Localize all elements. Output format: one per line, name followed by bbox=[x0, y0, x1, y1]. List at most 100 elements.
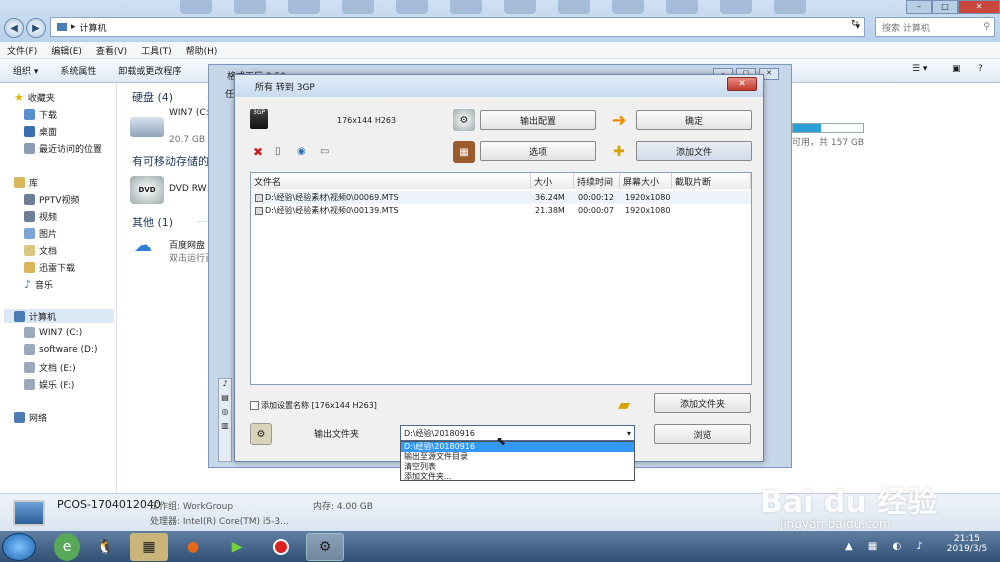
tray-icons[interactable]: ▲ ▦ ◐ ♪ bbox=[845, 541, 929, 552]
sidebar-computer[interactable]: 计算机 bbox=[4, 309, 114, 323]
sidebar-libraries[interactable]: 库 bbox=[14, 176, 38, 189]
sidebar-favorites[interactable]: ★ 收藏夹 bbox=[14, 91, 55, 104]
qq-icon[interactable]: 🐧 bbox=[86, 533, 124, 561]
output-folder-select[interactable]: D:\经验\20180916 ▾ bbox=[400, 425, 635, 441]
column-header-screen[interactable]: 屏幕大小 bbox=[620, 173, 672, 189]
star-icon: ★ bbox=[14, 91, 24, 104]
close-button[interactable]: ✕ bbox=[958, 0, 1000, 14]
image-category-icon[interactable]: ▤ bbox=[219, 393, 231, 407]
column-header-name[interactable]: 文件名 bbox=[251, 173, 531, 189]
play-icon[interactable]: ◉ bbox=[297, 146, 306, 157]
row-size: 36.24M bbox=[535, 193, 565, 202]
download-folder-icon bbox=[24, 262, 35, 273]
record-icon[interactable] bbox=[262, 533, 300, 561]
add-file-button[interactable]: 添加文件 bbox=[636, 141, 752, 161]
disc-category-icon[interactable]: ◎ bbox=[219, 407, 231, 421]
browse-button[interactable]: 浏览 bbox=[654, 424, 751, 444]
menu-view[interactable]: 查看(V) bbox=[96, 44, 127, 57]
menu-help[interactable]: 帮助(H) bbox=[186, 44, 218, 57]
360-icon[interactable]: e bbox=[54, 532, 80, 561]
file-list[interactable]: 文件名 大小 持续时间 屏幕大小 截取片断 D:\经验\经验素材\视频0\000… bbox=[250, 172, 752, 385]
dialog-close-button[interactable]: ✕ bbox=[727, 77, 757, 91]
sidebar-drive-f[interactable]: 娱乐 (F:) bbox=[24, 378, 74, 391]
clock[interactable]: 21:15 2019/3/5 bbox=[942, 534, 992, 554]
chevron-down-icon[interactable]: ▾ bbox=[627, 429, 631, 438]
back-button[interactable]: ◀ bbox=[4, 18, 24, 38]
minimize-button[interactable]: – bbox=[906, 0, 932, 14]
add-folder-button[interactable]: 添加文件夹 bbox=[654, 393, 751, 413]
audio-category-icon[interactable]: ♪ bbox=[219, 379, 231, 393]
sidebar-item-documents[interactable]: 文档 bbox=[24, 244, 57, 257]
column-header-duration[interactable]: 持续时间 bbox=[574, 173, 620, 189]
sidebar-drive-d[interactable]: software (D:) bbox=[24, 344, 98, 355]
sidebar-drive-e[interactable]: 文档 (E:) bbox=[24, 361, 76, 374]
ff-partial-label: 任 bbox=[225, 90, 235, 100]
sidebar-drive-c[interactable]: WIN7 (C:) bbox=[24, 327, 82, 338]
table-row[interactable]: D:\经验\经验素材\视频0\00069.MTS 36.24M 00:00:12… bbox=[251, 191, 751, 204]
address-bar[interactable]: ▸ 计算机 ▾ bbox=[50, 17, 865, 37]
output-config-button[interactable]: 输出配置 bbox=[480, 110, 596, 130]
dropdown-option[interactable]: 添加文件夹... bbox=[401, 472, 634, 482]
baidu-cloud-icon: ☁ bbox=[134, 235, 152, 256]
help-icon[interactable]: ? bbox=[978, 64, 983, 74]
view-options-icon[interactable]: ☰ ▾ bbox=[912, 64, 927, 74]
preview-pane-icon[interactable]: ▣ bbox=[952, 64, 961, 74]
row-duration: 00:00:07 bbox=[578, 206, 614, 215]
dvd-label[interactable]: DVD RW bbox=[169, 184, 207, 194]
sidebar-item-thunder[interactable]: 迅雷下载 bbox=[24, 261, 75, 274]
add-setting-name-row[interactable]: 添加设置名称 [176x144 H263] bbox=[250, 400, 377, 411]
media-player-icon[interactable]: ▶ bbox=[218, 533, 256, 561]
uninstall-button[interactable]: 卸载或更改程序 bbox=[118, 64, 181, 77]
info-icon[interactable]: ▭ bbox=[320, 146, 329, 157]
sidebar-item-recent[interactable]: 最近访问的位置 bbox=[24, 142, 102, 155]
library-icon bbox=[14, 177, 25, 188]
tools-category-icon[interactable]: ▥ bbox=[219, 421, 231, 435]
drive-c-label[interactable]: WIN7 (C: bbox=[169, 108, 209, 118]
sidebar-item-pictures[interactable]: 图片 bbox=[24, 227, 57, 240]
group-header-removable[interactable]: 有可移动存储的 bbox=[132, 153, 209, 169]
add-setting-name-checkbox[interactable] bbox=[250, 401, 259, 410]
column-header-size[interactable]: 大小 bbox=[531, 173, 574, 189]
organize-button[interactable]: 组织 ▾ bbox=[13, 64, 38, 77]
remove-icon[interactable]: ✖ bbox=[253, 145, 263, 159]
maximize-button[interactable]: □ bbox=[932, 0, 958, 14]
search-icon[interactable]: ⚲ bbox=[983, 22, 990, 32]
system-properties-button[interactable]: 系统属性 bbox=[60, 64, 96, 77]
sidebar-item-desktop[interactable]: 桌面 bbox=[24, 125, 57, 138]
sidebar-item-videos[interactable]: 视频 bbox=[24, 210, 57, 223]
dropdown-option[interactable]: 清空列表 bbox=[401, 462, 634, 472]
baidu-label[interactable]: 百度网盘 bbox=[169, 238, 205, 251]
group-header-other[interactable]: 其他 (1) bbox=[132, 214, 173, 230]
format-factory-taskbar-icon[interactable]: ⚙ bbox=[306, 532, 344, 561]
menu-tools[interactable]: 工具(T) bbox=[141, 44, 172, 57]
menu-bar: 文件(F) 编辑(E) 查看(V) 工具(T) 帮助(H) bbox=[0, 42, 1000, 59]
sidebar-item-music[interactable]: ♪ 音乐 bbox=[24, 278, 53, 291]
sidebar-item-pptv[interactable]: PPTV视频 bbox=[24, 193, 80, 206]
table-row[interactable]: D:\经验\经验素材\视频0\00139.MTS 21.38M 00:00:07… bbox=[251, 204, 751, 217]
menu-file[interactable]: 文件(F) bbox=[7, 44, 37, 57]
row-screen: 1920x1080 bbox=[625, 193, 671, 202]
dropdown-option[interactable]: 输出至源文件目录 bbox=[401, 452, 634, 462]
explorer-titlebar: ◀ ▶ ▸ 计算机 ▾ ↻ 搜索 计算机 ⚲ – □ ✕ bbox=[0, 0, 1000, 42]
breadcrumb[interactable]: 计算机 bbox=[80, 21, 107, 34]
column-header-clip[interactable]: 截取片断 bbox=[672, 173, 751, 189]
refresh-icon[interactable]: ↻ bbox=[851, 19, 859, 29]
folder-icon[interactable]: ▦ bbox=[130, 532, 168, 561]
ok-button[interactable]: 确定 bbox=[636, 110, 752, 130]
output-config-icon: ⚙ bbox=[453, 109, 475, 131]
dropdown-option[interactable]: D:\经验\20180916 bbox=[401, 442, 634, 452]
output-folder-value: D:\经验\20180916 bbox=[404, 428, 475, 438]
options-button[interactable]: 选项 bbox=[480, 141, 596, 161]
sidebar-network[interactable]: 网络 bbox=[14, 411, 47, 424]
recent-places-icon bbox=[24, 143, 35, 154]
computer-icon bbox=[57, 23, 67, 31]
firefox-icon[interactable]: ● bbox=[174, 533, 212, 561]
clear-icon[interactable]: ▯ bbox=[275, 146, 281, 157]
start-button[interactable] bbox=[2, 532, 36, 561]
forward-button[interactable]: ▶ bbox=[26, 18, 46, 38]
menu-edit[interactable]: 编辑(E) bbox=[51, 44, 82, 57]
group-header-hdd[interactable]: 硬盘 (4) bbox=[132, 89, 173, 105]
computer-icon bbox=[14, 310, 25, 322]
search-input[interactable]: 搜索 计算机 ⚲ bbox=[875, 17, 995, 37]
sidebar-item-downloads[interactable]: 下载 bbox=[24, 108, 57, 121]
